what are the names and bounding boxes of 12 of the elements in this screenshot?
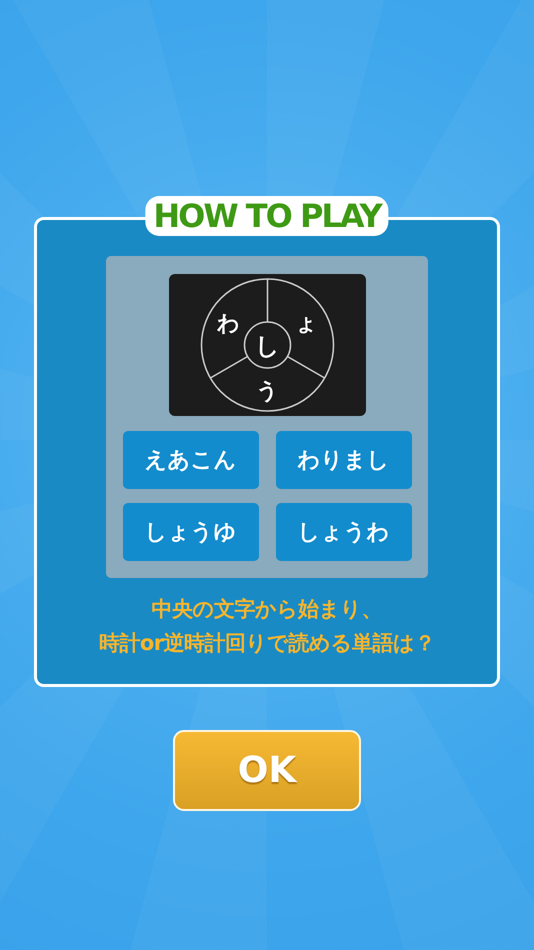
center-letter: し [254,332,280,360]
wheel-letter: わ [216,312,240,336]
answer-choice-button[interactable]: しょうゆ [122,503,258,561]
answer-choice-button[interactable]: しょうわ [276,503,412,561]
instruction-text: 中央の文字から始まり、 [152,596,382,623]
answer-choice-button[interactable]: わりまし [276,431,412,489]
dialog-title: HOW TO PLAY [145,196,389,236]
ok-button[interactable]: OK [173,730,361,811]
answer-choice-button[interactable]: えあこん [122,431,258,489]
wheel-letter: ょ [294,312,318,336]
wheel-letter: う [256,379,278,404]
instruction-text: 時計or逆時計回りで読める単語は？ [98,630,436,657]
